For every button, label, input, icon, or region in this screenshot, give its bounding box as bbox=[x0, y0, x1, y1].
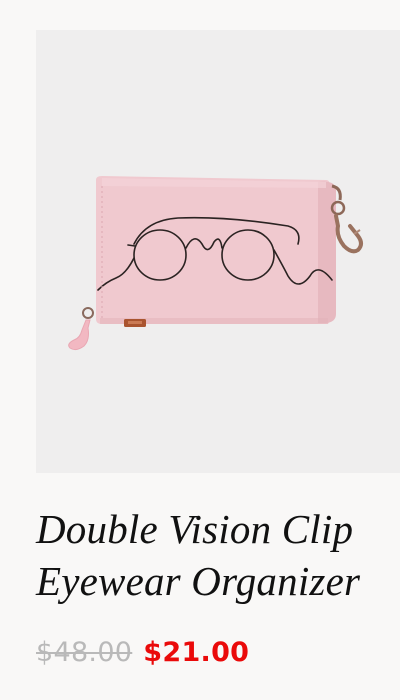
product-title-line1[interactable]: Double Vision Clip bbox=[36, 506, 353, 552]
product-image[interactable] bbox=[36, 30, 400, 473]
product-card[interactable]: Double Vision Clip Eyewear Organizer $48… bbox=[0, 0, 400, 700]
pouch-body bbox=[96, 176, 330, 324]
price-row: $48.00 $21.00 bbox=[36, 632, 249, 672]
eyewear-organizer-illustration bbox=[68, 176, 363, 351]
product-title[interactable]: Double Vision Clip Eyewear Organizer bbox=[36, 503, 386, 607]
product-title-line2[interactable]: Eyewear Organizer bbox=[36, 558, 360, 604]
zipper-pull-icon bbox=[68, 307, 94, 351]
original-price: $48.00 bbox=[36, 636, 133, 668]
clip-hook-icon bbox=[330, 184, 363, 254]
sale-price: $21.00 bbox=[143, 636, 250, 668]
